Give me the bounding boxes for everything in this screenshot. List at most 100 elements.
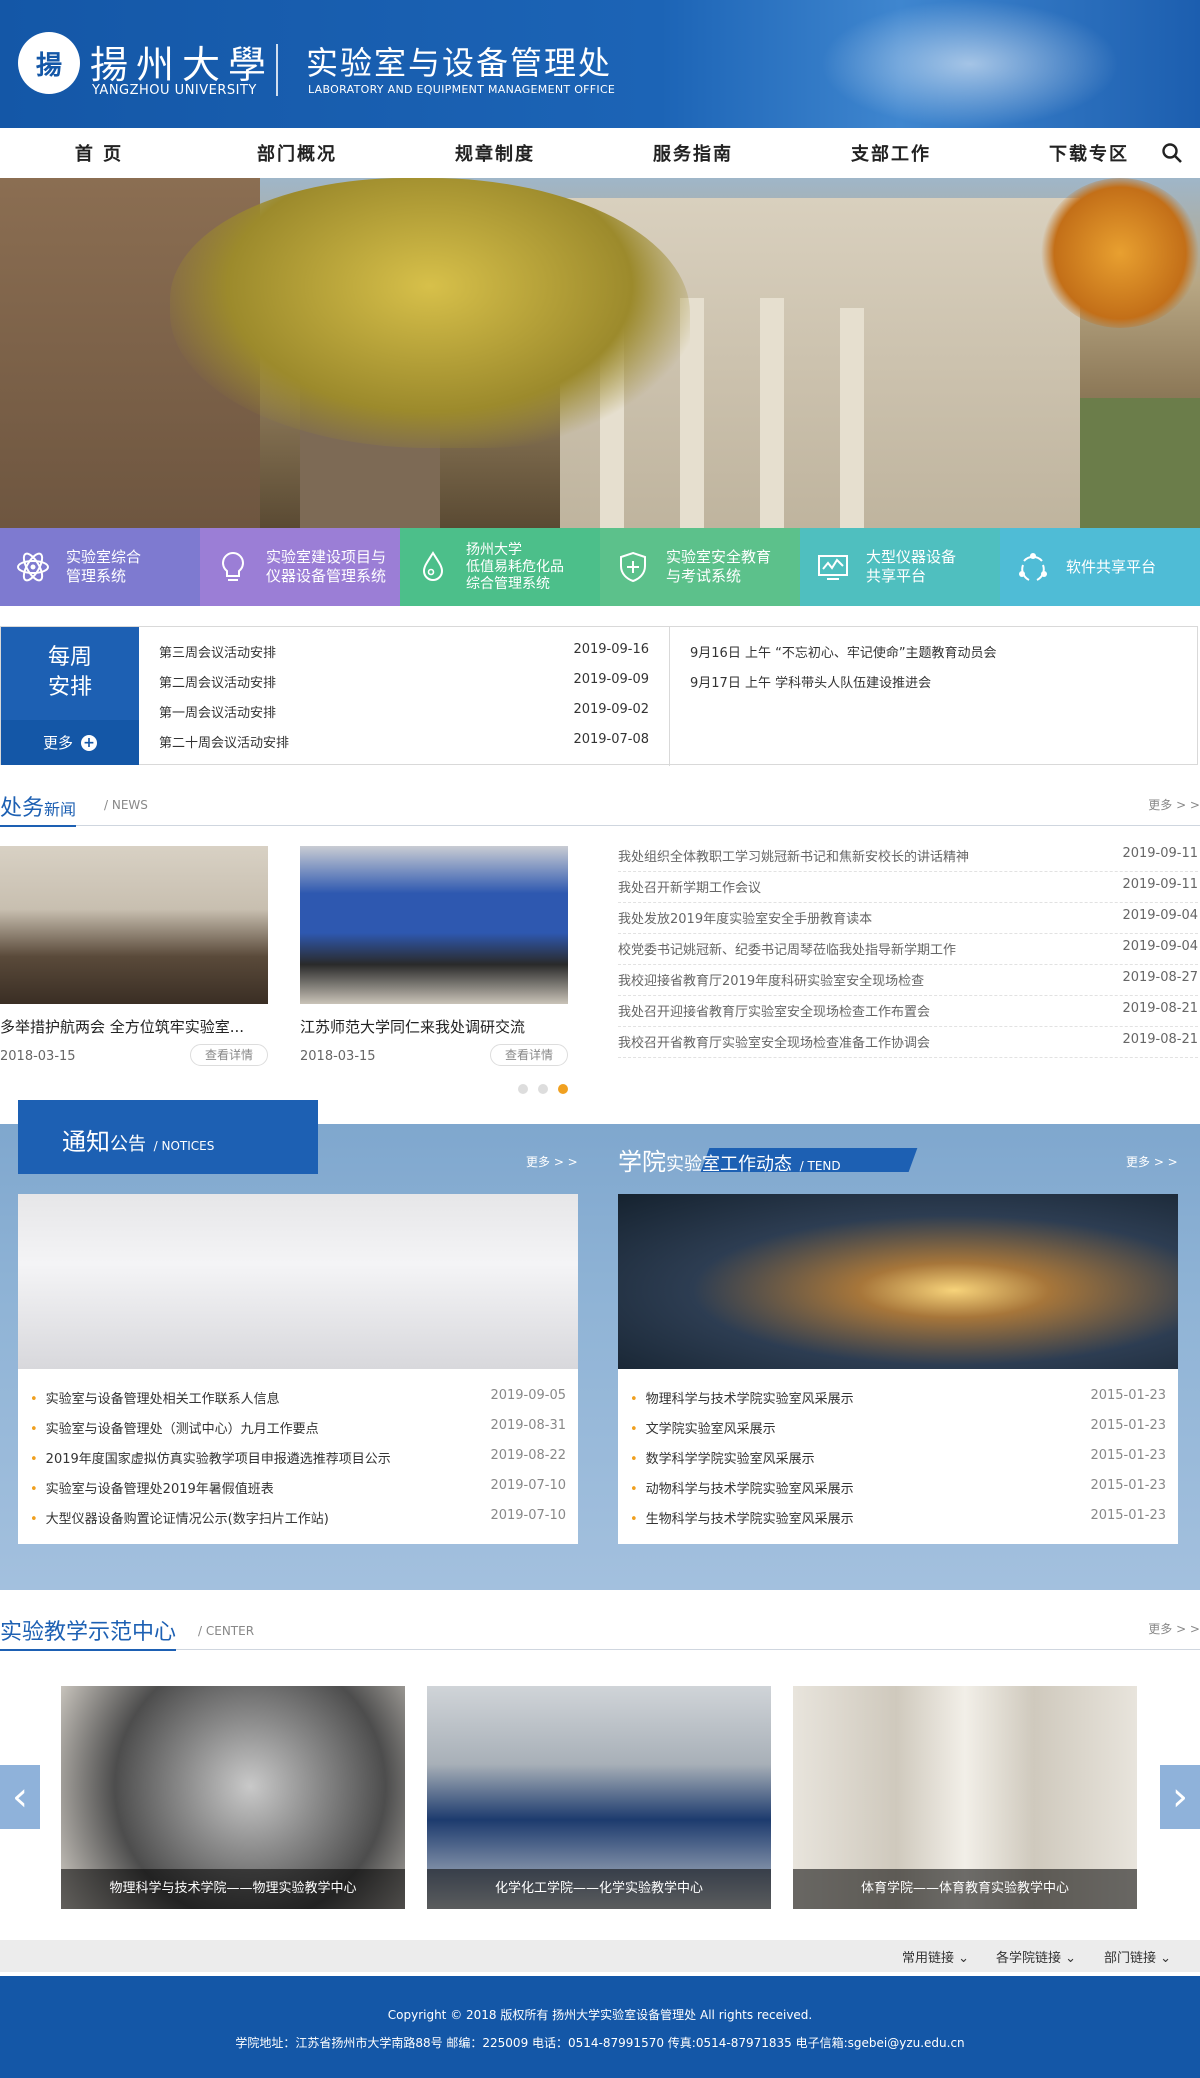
news-list-item[interactable]: 我处召开新学期工作会议 2019-09-11	[618, 877, 1198, 903]
notice-item[interactable]: 实验室与设备管理处2019年暑假值班表 2019-07-10	[30, 1478, 566, 1497]
news-card-detail-button[interactable]: 查看详情	[490, 1044, 568, 1066]
news-list-item[interactable]: 校党委书记姚冠新、纪委书记周琴莅临我处指导新学期工作 2019-09-04	[618, 939, 1198, 965]
quick-link-chemicals[interactable]: 扬州大学 低值易耗危化品 综合管理系统	[400, 528, 600, 606]
center-card[interactable]: 体育学院——体育教育实验教学中心	[793, 1686, 1137, 1909]
news-list-item[interactable]: 我校迎接省教育厅2019年度科研实验室安全现场检查 2019-08-27	[618, 970, 1198, 996]
weekly-row-title: 第二十周会议活动安排	[159, 736, 290, 751]
monitor-chart-icon	[806, 540, 860, 594]
carousel-prev-arrow-icon[interactable]: ‹	[0, 1765, 40, 1829]
chevron-down-icon: ⌄	[1065, 1951, 1077, 1966]
notice-item[interactable]: 2019年度国家虚拟仿真实验教学项目申报遴选推荐项目公示 2019-08-22	[30, 1448, 566, 1467]
weekly-row-date: 2019-09-09	[573, 672, 649, 687]
quick-link-label: 扬州大学 低值易耗危化品 综合管理系统	[466, 541, 564, 592]
logo-glyph: 揚	[35, 50, 62, 81]
weekly-row[interactable]: 第三周会议活动安排 2019-09-16	[159, 642, 649, 661]
quick-link-safety-exam[interactable]: 实验室安全教育 与考试系统	[600, 528, 800, 606]
notice-item[interactable]: 大型仪器设备购置论证情况公示(数字扫片工作站) 2019-07-10	[30, 1508, 566, 1527]
footer-contact: 学院地址：江苏省扬州市大学南路88号 邮编：225009 电话：0514-879…	[235, 2036, 965, 2050]
chevron-down-icon: ⌄	[958, 1951, 970, 1966]
news-item-date: 2019-08-27	[1122, 970, 1198, 985]
center-card[interactable]: 物理科学与技术学院——物理实验教学中心	[61, 1686, 405, 1909]
weekly-more-button[interactable]: 更多 +	[1, 720, 139, 765]
news-card-caption: 多举措护航两会 全方位筑牢实验室...	[0, 1018, 245, 1036]
notice-item-date: 2019-07-10	[490, 1478, 566, 1493]
dynamics-title-sub: 实验室工作动态	[666, 1154, 792, 1175]
lightbulb-icon	[206, 540, 260, 594]
nav-home[interactable]: 首 页	[0, 140, 198, 166]
nav-downloads[interactable]: 下载专区	[990, 140, 1188, 166]
notice-item-title: 2019年度国家虚拟仿真实验教学项目申报遴选推荐项目公示	[30, 1448, 391, 1467]
news-card[interactable]: 江苏师范大学同仁来我处调研交流 2018-03-15 查看详情	[300, 846, 568, 1066]
notices-title-main: 通知	[62, 1128, 110, 1156]
dynamics-item[interactable]: 文学院实验室风采展示 2015-01-23	[630, 1418, 1166, 1437]
university-name-en: YANGZHOU UNIVERSITY	[92, 83, 257, 98]
common-links-dropdown[interactable]: 常用链接 ⌄	[902, 1947, 969, 1966]
news-list-item[interactable]: 我校召开省教育厅实验室安全现场检查准备工作协调会 2019-08-21	[618, 1032, 1198, 1058]
quick-link-lab-management[interactable]: 实验室综合 管理系统	[0, 528, 200, 606]
notice-item-date: 2019-08-22	[490, 1448, 566, 1463]
news-title-en: / NEWS	[104, 798, 148, 812]
news-list-item[interactable]: 我处组织全体教职工学习姚冠新书记和焦新安校长的讲话精神 2019-09-11	[618, 846, 1198, 872]
notice-item-date: 2019-07-10	[490, 1508, 566, 1523]
news-item-date: 2019-09-04	[1122, 908, 1198, 923]
dynamics-item-title: 物理科学与技术学院实验室风采展示	[630, 1388, 854, 1407]
nav-service-guide[interactable]: 服务指南	[594, 140, 792, 166]
nav-party-branch[interactable]: 支部工作	[792, 140, 990, 166]
quick-links-bar: 实验室综合 管理系统 实验室建设项目与 仪器设备管理系统 扬州大学 低值易耗危化…	[0, 528, 1200, 606]
quick-link-software-sharing[interactable]: 软件共享平台	[1000, 528, 1200, 606]
news-card-caption: 江苏师范大学同仁来我处调研交流	[300, 1018, 526, 1036]
news-item-date: 2019-09-04	[1122, 939, 1198, 954]
quick-link-label: 实验室安全教育 与考试系统	[666, 548, 772, 585]
dynamics-more-link[interactable]: 更多 > >	[1126, 1153, 1178, 1170]
notice-item[interactable]: 实验室与设备管理处（测试中心）九月工作要点 2019-08-31	[30, 1418, 566, 1437]
dynamics-panel-image	[618, 1194, 1178, 1369]
weekly-divider	[669, 627, 670, 766]
dynamics-item-date: 2015-01-23	[1090, 1508, 1166, 1523]
news-item-title: 我处召开新学期工作会议	[618, 881, 762, 896]
dynamics-item[interactable]: 物理科学与技术学院实验室风采展示 2015-01-23	[630, 1388, 1166, 1407]
weekly-row-title: 第一周会议活动安排	[159, 706, 277, 721]
nav-department[interactable]: 部门概况	[198, 140, 396, 166]
weekly-row[interactable]: 第二周会议活动安排 2019-09-09	[159, 672, 649, 691]
nav-regulations[interactable]: 规章制度	[396, 140, 594, 166]
quick-link-label: 实验室建设项目与 仪器设备管理系统	[266, 548, 387, 585]
dropdown-label: 常用链接	[902, 1951, 955, 1966]
search-icon[interactable]	[1160, 141, 1184, 165]
dynamics-item-title: 生物科学与技术学院实验室风采展示	[630, 1508, 854, 1527]
carousel-next-arrow-icon[interactable]: ›	[1160, 1765, 1200, 1829]
dynamics-item[interactable]: 动物科学与技术学院实验室风采展示 2015-01-23	[630, 1478, 1166, 1497]
news-list-item[interactable]: 我处召开迎接省教育厅实验室安全现场检查工作布置会 2019-08-21	[618, 1001, 1198, 1027]
news-item-title: 我处组织全体教职工学习姚冠新书记和焦新安校长的讲话精神	[618, 850, 970, 865]
flask-drop-icon	[406, 540, 460, 594]
center-title: 实验教学示范中心	[0, 1614, 177, 1651]
header-decoration	[820, 0, 1120, 128]
weekly-row[interactable]: 第一周会议活动安排 2019-09-02	[159, 702, 649, 721]
department-links-dropdown[interactable]: 部门链接 ⌄	[1104, 1947, 1171, 1966]
news-card[interactable]: 多举措护航两会 全方位筑牢实验室... 2018-03-15 查看详情	[0, 846, 268, 1066]
notices-title-en: / NOTICES	[153, 1139, 215, 1153]
quick-link-instrument-sharing[interactable]: 大型仪器设备 共享平台	[800, 528, 1000, 606]
carousel-dot-active[interactable]	[558, 1084, 568, 1094]
notices-more-link[interactable]: 更多 > >	[526, 1153, 578, 1170]
college-links-dropdown[interactable]: 各学院链接 ⌄	[996, 1947, 1076, 1966]
dynamics-item[interactable]: 数学科学学院实验室风采展示 2015-01-23	[630, 1448, 1166, 1467]
news-card-detail-button[interactable]: 查看详情	[190, 1044, 268, 1066]
news-section-header: 处务新闻 / NEWS 更多 > >	[0, 790, 1200, 827]
dynamics-item-date: 2015-01-23	[1090, 1418, 1166, 1433]
weekly-note: 9月17日 上午 学科带头人队伍建设推进会	[690, 676, 932, 691]
center-more-link[interactable]: 更多 > >	[1148, 1620, 1200, 1637]
news-list-item[interactable]: 我处发放2019年度实验室安全手册教育读本 2019-09-04	[618, 908, 1198, 934]
dynamics-item[interactable]: 生物科学与技术学院实验室风采展示 2015-01-23	[630, 1508, 1166, 1527]
notice-item[interactable]: 实验室与设备管理处相关工作联系人信息 2019-09-05	[30, 1388, 566, 1407]
quick-link-label: 大型仪器设备 共享平台	[866, 548, 957, 585]
carousel-dot[interactable]	[538, 1084, 548, 1094]
university-logo[interactable]: 揚	[18, 32, 80, 94]
carousel-dot[interactable]	[518, 1084, 528, 1094]
office-name-cn: 实验室与设备管理处	[306, 44, 613, 82]
quick-link-lab-construction[interactable]: 实验室建设项目与 仪器设备管理系统	[200, 528, 400, 606]
center-card[interactable]: 化学化工学院——化学实验教学中心	[427, 1686, 771, 1909]
weekly-row[interactable]: 第二十周会议活动安排 2019-07-08	[159, 732, 649, 751]
news-more-link[interactable]: 更多 > >	[1148, 796, 1200, 813]
quick-link-label: 软件共享平台	[1066, 557, 1157, 576]
header-divider	[276, 44, 278, 96]
